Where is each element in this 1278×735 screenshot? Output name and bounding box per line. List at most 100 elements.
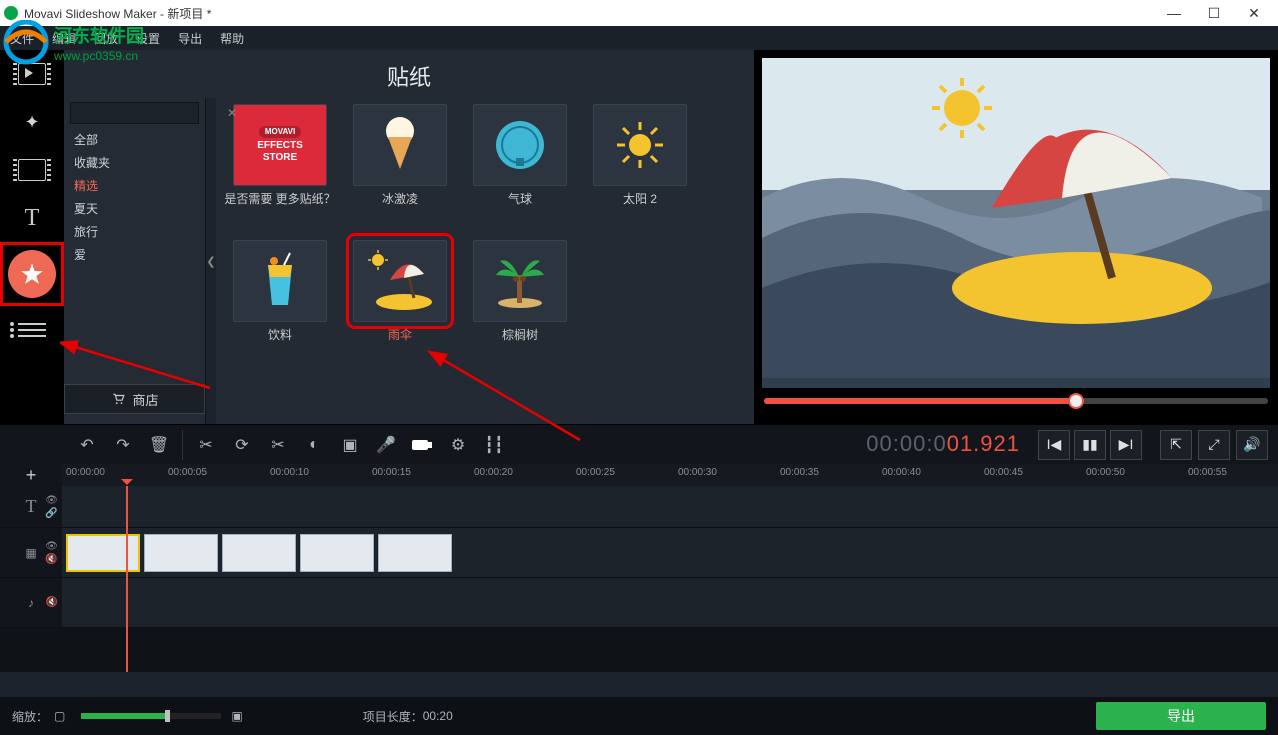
- prev-frame-button[interactable]: I◀: [1038, 430, 1070, 460]
- stickers-tab[interactable]: [0, 242, 64, 306]
- maximize-button[interactable]: ☐: [1194, 5, 1234, 22]
- title-track[interactable]: T👁🔗: [0, 486, 1278, 528]
- toolbar-row: ↶ ↷ 🗑 ✂ ⟳ ✂ ◐ ▣ 🎤 ⚙ ┇┇ 00:00:001.921 I◀ …: [0, 424, 1278, 464]
- zoom-slider[interactable]: [81, 713, 221, 719]
- volume-button[interactable]: 🔊: [1236, 430, 1268, 460]
- transitions-tab[interactable]: [0, 146, 64, 194]
- record-audio-button[interactable]: 🎤: [369, 430, 403, 460]
- more-tab[interactable]: [0, 306, 64, 354]
- card-balloon[interactable]: 气球: [464, 104, 576, 222]
- menu-file[interactable]: 文件: [10, 30, 34, 47]
- link-icon[interactable]: 🔗: [45, 508, 58, 519]
- zoom-in-icon[interactable]: ▣: [231, 709, 242, 723]
- audio-track[interactable]: ♪🔇: [0, 578, 1278, 628]
- fullscreen-button[interactable]: ⤢: [1198, 430, 1230, 460]
- detach-preview-button[interactable]: ⇱: [1160, 430, 1192, 460]
- app-icon: [4, 6, 18, 20]
- video-track[interactable]: ▦ 👁 🔇: [0, 528, 1278, 578]
- scrubber-knob[interactable]: [1068, 393, 1084, 409]
- titlebar: Movavi Slideshow Maker - 新项目 * — ☐ ✕: [0, 0, 1278, 26]
- search-box[interactable]: ✕: [70, 102, 199, 124]
- filters-tab[interactable]: [0, 98, 64, 146]
- zoom-label: 缩放：: [12, 708, 48, 725]
- zoom-out-icon[interactable]: ▢: [54, 709, 65, 723]
- timeline-ruler[interactable]: + 00:00:00 00:00:05 00:00:10 00:00:15 00…: [0, 464, 1278, 486]
- balloon-icon: [493, 118, 547, 172]
- preview-canvas[interactable]: [762, 58, 1270, 388]
- panel-title: 贴纸: [64, 50, 754, 98]
- cat-favorites[interactable]: 收藏夹: [64, 151, 205, 174]
- mute-icon[interactable]: 🔇: [45, 554, 58, 565]
- cat-summer[interactable]: 夏天: [64, 197, 205, 220]
- clip-properties-button[interactable]: [405, 430, 439, 460]
- cat-love[interactable]: 爱: [64, 243, 205, 266]
- umbrella-icon: [360, 248, 440, 314]
- menu-settings[interactable]: 设置: [136, 30, 160, 47]
- media-tab[interactable]: [0, 50, 64, 98]
- project-length-label: 项目长度：: [363, 708, 423, 725]
- titles-tab[interactable]: T: [0, 194, 64, 242]
- search-input[interactable]: [79, 107, 221, 119]
- clip-4[interactable]: [300, 534, 374, 572]
- minimize-button[interactable]: —: [1154, 5, 1194, 22]
- audio-track-icon: ♪: [28, 596, 34, 610]
- footer-bar: 缩放： ▢ ▣ 项目长度： 00:20 导出: [0, 697, 1278, 735]
- drink-icon: [258, 251, 302, 311]
- cat-travel[interactable]: 旅行: [64, 220, 205, 243]
- cart-icon: [110, 392, 126, 406]
- redo-button[interactable]: ↷: [106, 430, 140, 460]
- equalizer-button[interactable]: ┇┇: [477, 430, 511, 460]
- visibility-icon[interactable]: 👁: [45, 495, 58, 506]
- menu-export[interactable]: 导出: [178, 30, 202, 47]
- card-icecream[interactable]: 冰激凌: [344, 104, 456, 222]
- cut-button[interactable]: ✂: [189, 430, 223, 460]
- card-palm[interactable]: 棕榈树: [464, 240, 576, 358]
- sticker-icon: [8, 250, 56, 298]
- menu-playback[interactable]: 回放: [94, 30, 118, 47]
- menubar: 文件 编辑 回放 设置 导出 帮助: [0, 26, 1278, 50]
- card-sun2[interactable]: 太阳 2: [584, 104, 696, 222]
- add-track-button[interactable]: +: [0, 464, 62, 486]
- rotate-button[interactable]: ⟳: [225, 430, 259, 460]
- preview-panel: ?: [754, 50, 1278, 424]
- tool-strip: T: [0, 50, 64, 424]
- sticker-grid: MOVAVIEFFECTSSTORE 是否需要 更多贴纸？ 冰激凌 气球 太阳 …: [216, 98, 754, 424]
- cat-all[interactable]: 全部: [64, 128, 205, 151]
- wand-icon: [24, 112, 39, 133]
- playhead[interactable]: [126, 486, 128, 672]
- clip-3[interactable]: [222, 534, 296, 572]
- visibility-icon[interactable]: 👁: [45, 541, 58, 552]
- card-umbrella[interactable]: 雨伞: [344, 240, 456, 358]
- clip-1[interactable]: [66, 534, 140, 572]
- store-button[interactable]: 商店: [64, 384, 205, 414]
- cat-featured[interactable]: 精选: [64, 174, 205, 197]
- mute-icon[interactable]: 🔇: [46, 597, 58, 608]
- transition-wizard-button[interactable]: ▣: [333, 430, 367, 460]
- clip-5[interactable]: [378, 534, 452, 572]
- preview-scrubber[interactable]: [764, 398, 1268, 404]
- crop-button[interactable]: ✂: [261, 430, 295, 460]
- sun-icon: [613, 118, 667, 172]
- window-title: Movavi Slideshow Maker - 新项目 *: [24, 5, 211, 22]
- delete-button[interactable]: 🗑: [142, 430, 176, 460]
- category-list: 全部 收藏夹 精选 夏天 旅行 爱: [64, 128, 205, 266]
- card-drink[interactable]: 饮料: [224, 240, 336, 358]
- close-button[interactable]: ✕: [1234, 5, 1274, 22]
- card-store[interactable]: MOVAVIEFFECTSSTORE 是否需要 更多贴纸？: [224, 104, 336, 222]
- project-length-value: 00:20: [423, 709, 453, 723]
- clip-2[interactable]: [144, 534, 218, 572]
- pause-button[interactable]: ▮▮: [1074, 430, 1106, 460]
- undo-button[interactable]: ↶: [70, 430, 104, 460]
- menu-help[interactable]: 帮助: [220, 30, 244, 47]
- color-button[interactable]: ◐: [297, 430, 331, 460]
- panel-splitter[interactable]: ❮: [206, 98, 216, 424]
- export-button[interactable]: 导出: [1096, 702, 1266, 730]
- next-frame-button[interactable]: ▶I: [1110, 430, 1142, 460]
- video-track-icon: ▦: [25, 546, 36, 560]
- clear-search-icon[interactable]: ✕: [221, 106, 243, 120]
- category-column: ✕ 全部 收藏夹 精选 夏天 旅行 爱 商店: [64, 98, 206, 424]
- menu-edit[interactable]: 编辑: [52, 30, 76, 47]
- settings-button[interactable]: ⚙: [441, 430, 475, 460]
- preview-image: [762, 58, 1270, 388]
- timecode: 00:00:001.921: [866, 431, 1020, 458]
